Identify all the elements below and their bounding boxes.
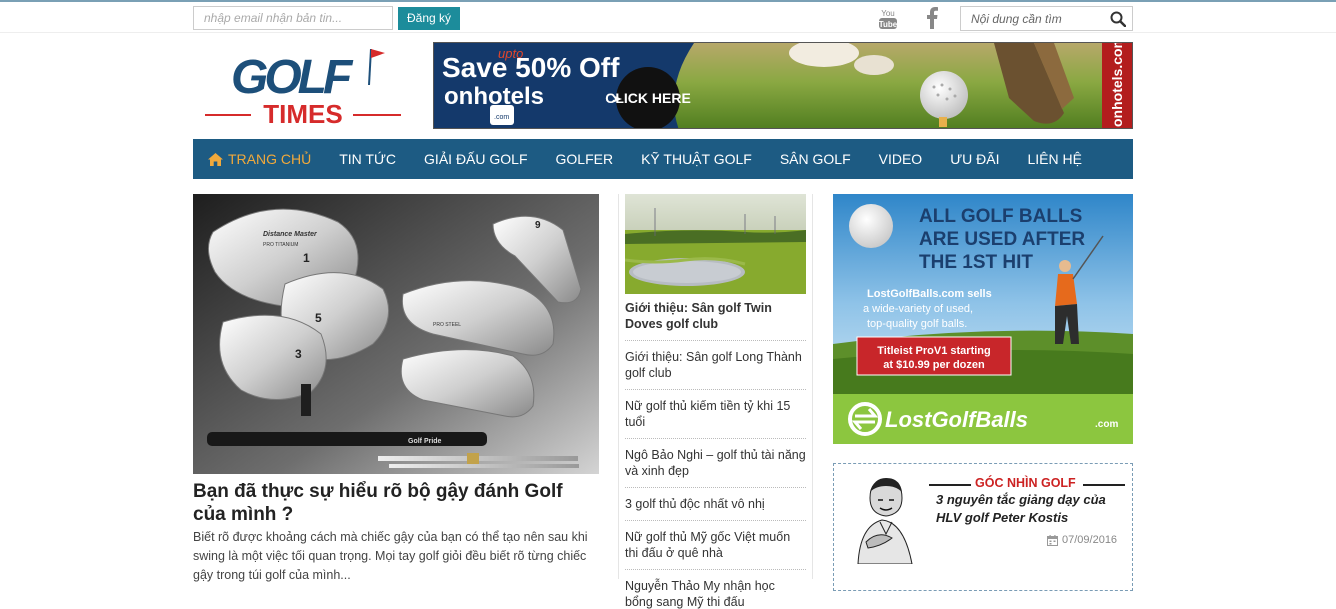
nav-item-contact[interactable]: LIÊN HỆ xyxy=(1028,151,1082,167)
sidebar-ad[interactable]: ALL GOLF BALLS ARE USED AFTER THE 1ST HI… xyxy=(833,194,1133,444)
logo-golf-text: GOLF xyxy=(231,51,354,104)
divider xyxy=(929,484,971,486)
nav-item-news[interactable]: TIN TỨC xyxy=(339,151,396,167)
club-number-3: 3 xyxy=(295,347,302,361)
club-pro-titanium-label: PRO TITANIUM xyxy=(263,242,298,248)
list-item[interactable]: Nữ golf thủ kiếm tiền tỷ khi 15 tuổi xyxy=(625,396,806,439)
nav-label: GOLFER xyxy=(555,151,614,167)
nav-item-technique[interactable]: KỸ THUẬT GOLF xyxy=(641,151,752,167)
home-icon xyxy=(208,152,223,166)
main-article-title[interactable]: Bạn đã thực sự hiểu rõ bộ gậy đánh Golf … xyxy=(193,480,599,526)
list-item[interactable]: 3 golf thủ độc nhất vô nhị xyxy=(625,494,806,521)
main-article-description: Biết rõ được khoảng cách mà chiếc gậy củ… xyxy=(193,530,588,582)
ad-body-line3: top-quality golf balls. xyxy=(867,318,967,330)
list-item[interactable]: Giới thiệu: Sân golf Twin Doves golf clu… xyxy=(625,298,806,341)
ad-headline-line2: ARE USED AFTER xyxy=(919,229,1085,250)
nav-item-golfer[interactable]: GOLFER xyxy=(556,151,614,167)
banner-headline: Save 50% Off xyxy=(442,52,620,83)
nav-item-video[interactable]: VIDEO xyxy=(879,151,923,167)
opinion-article-date: 07/09/2016 xyxy=(1047,534,1117,546)
side-news-thumbnail[interactable] xyxy=(625,194,806,294)
svg-text:You: You xyxy=(881,9,895,18)
search-input[interactable] xyxy=(961,7,1106,30)
nav-label: KỸ THUẬT GOLF xyxy=(641,151,752,167)
side-news-list: Giới thiệu: Sân golf Twin Doves golf clu… xyxy=(625,298,806,609)
ad-headline-line3: THE 1ST HIT xyxy=(919,252,1033,273)
nav-label: GIẢI ĐẤU GOLF xyxy=(424,151,528,167)
club-pro-steel-label: PRO STEEL xyxy=(433,322,461,328)
divider xyxy=(1083,484,1125,486)
ad-brand: LostGolfBalls xyxy=(885,407,1028,432)
subscribe-button[interactable]: Đăng ký xyxy=(398,7,460,30)
club-grip-label: Golf Pride xyxy=(408,438,442,445)
svg-text:Tube: Tube xyxy=(879,20,898,29)
list-item[interactable]: Giới thiệu: Sân golf Long Thành golf clu… xyxy=(625,347,806,390)
banner-brand-dot: .com xyxy=(494,114,509,121)
ad-headline-line1: ALL GOLF BALLS xyxy=(919,206,1082,227)
nav-label: VIDEO xyxy=(878,151,923,167)
ad-offer-line1: Titleist ProV1 starting xyxy=(877,345,991,357)
calendar-icon xyxy=(1047,534,1058,546)
ad-body-line2: a wide-variety of used, xyxy=(863,303,973,315)
banner-side-text: onhotels.com xyxy=(1109,43,1125,127)
logo-times-text: TIMES xyxy=(263,99,342,127)
opinion-header: GÓC NHÌN GOLF xyxy=(929,476,1125,492)
opinion-article-title[interactable]: 3 nguyên tắc giảng dạy của HLV golf Pete… xyxy=(936,491,1126,527)
club-brand-label: Distance Master xyxy=(263,231,318,238)
ad-brand-tld: .com xyxy=(1095,419,1118,430)
top-banner-ad[interactable]: onhotels.com upto Save 50% Off onhotels … xyxy=(433,42,1133,129)
nav-item-home[interactable]: TRANG CHỦ xyxy=(208,151,311,167)
search-icon[interactable] xyxy=(1110,11,1126,27)
youtube-icon[interactable]: You Tube xyxy=(878,7,898,31)
main-article-image[interactable]: Distance Master PRO TITANIUM 1 5 3 9 PRO… xyxy=(193,194,599,474)
nav-item-tournaments[interactable]: GIẢI ĐẤU GOLF xyxy=(424,151,527,167)
nav-label: ƯU ĐÃI xyxy=(950,151,1000,167)
nav-label: TIN TỨC xyxy=(339,151,397,167)
nav-label: SÂN GOLF xyxy=(779,151,851,167)
facebook-icon[interactable] xyxy=(925,7,939,29)
newsletter-email-input[interactable] xyxy=(193,6,393,30)
club-number-1: 1 xyxy=(303,251,310,265)
nav-item-deals[interactable]: ƯU ĐÃI xyxy=(950,151,999,167)
list-item[interactable]: Ngô Bảo Nghi – golf thủ tài năng và xinh… xyxy=(625,445,806,488)
ad-offer-line2: at $10.99 per dozen xyxy=(883,359,985,371)
list-item[interactable]: Nguyễn Thảo My nhận học bổng sang Mỹ thi… xyxy=(625,576,806,609)
list-item[interactable]: Nữ golf thủ Mỹ gốc Việt muốn thi đấu ở q… xyxy=(625,527,806,570)
club-number-5: 5 xyxy=(315,311,322,325)
date-text: 07/09/2016 xyxy=(1062,534,1118,546)
search-box xyxy=(960,6,1133,31)
author-avatar[interactable] xyxy=(852,476,916,564)
top-bar: Đăng ký You Tube xyxy=(0,0,1336,33)
nav-item-courses[interactable]: SÂN GOLF xyxy=(780,151,851,167)
opinion-title: GÓC NHÌN GOLF xyxy=(975,476,1076,490)
nav-label: LIÊN HỆ xyxy=(1027,151,1082,167)
nav-label: TRANG CHỦ xyxy=(228,151,312,167)
ad-body-line1: LostGolfBalls.com sells xyxy=(867,288,992,300)
club-number-9: 9 xyxy=(535,220,541,231)
site-logo[interactable]: GOLF TIMES xyxy=(203,45,403,127)
main-nav: TRANG CHỦ TIN TỨC GIẢI ĐẤU GOLF GOLFER K… xyxy=(193,139,1133,179)
